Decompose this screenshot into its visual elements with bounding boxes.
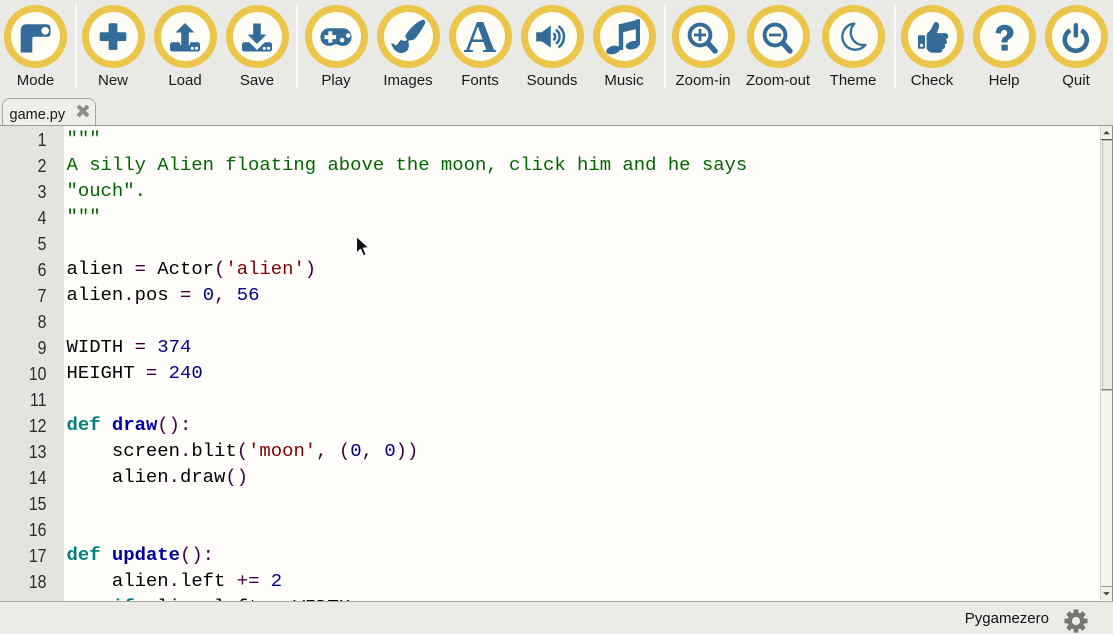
svg-text:A: A xyxy=(464,19,497,55)
